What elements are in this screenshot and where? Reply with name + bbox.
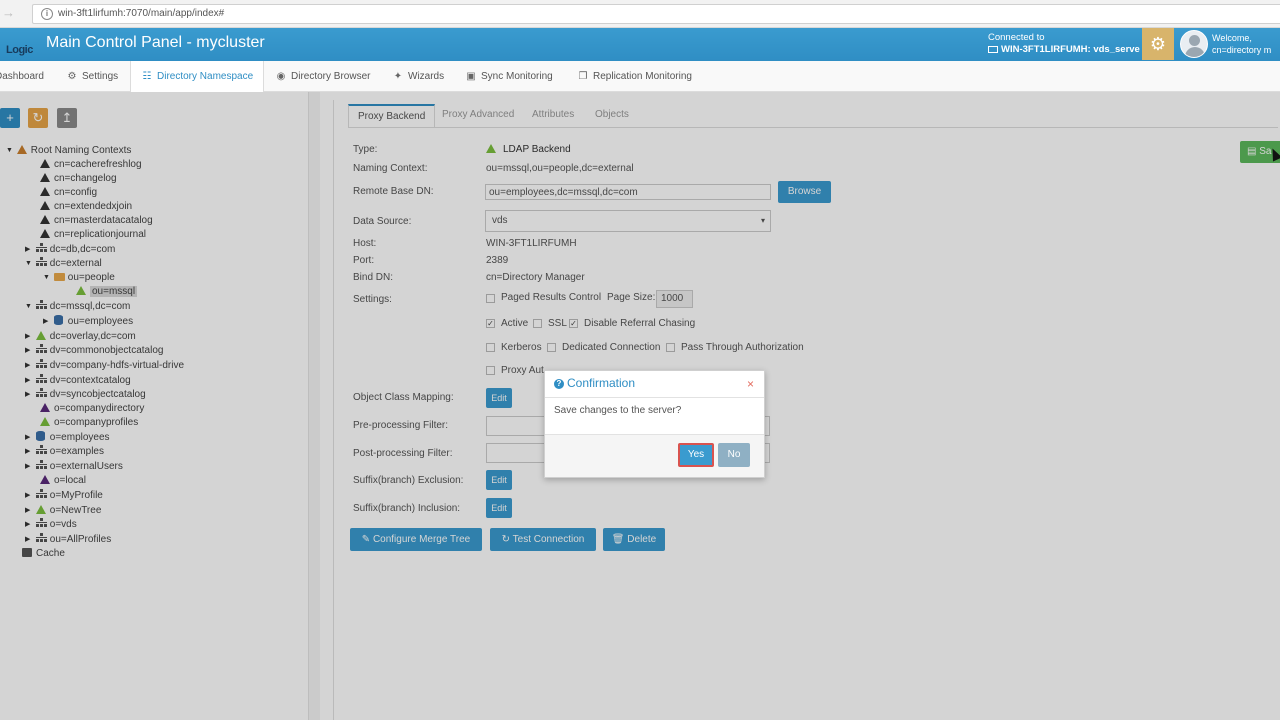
user-avatar[interactable] (1180, 30, 1208, 58)
app-logo: Logic (6, 44, 33, 56)
gears-icon: ⚙ (67, 71, 77, 82)
welcome-user: cn=directory m (1212, 45, 1272, 55)
no-button[interactable]: No (718, 443, 750, 467)
dialog-footer: Yes No (545, 434, 764, 477)
connected-server: WIN-3FT1LIRFUMH: vds_serve (988, 44, 1140, 55)
question-circle-icon: ? (554, 379, 564, 389)
connected-label: Connected to (988, 32, 1045, 43)
url-text: win-3ft1lirfumh:7070/main/app/index# (58, 8, 225, 19)
browser-address-bar: → i win-3ft1lirfumh:7070/main/app/index# (0, 0, 1280, 28)
nav-sync-monitoring[interactable]: ▣ Sync Monitoring (465, 61, 552, 92)
nav-settings[interactable]: ⚙ Settings (66, 61, 119, 92)
dialog-message: Save changes to the server? (554, 405, 682, 416)
monitor-icon (988, 45, 998, 53)
nav-dashboard[interactable]: Dashboard (0, 61, 44, 92)
info-icon[interactable]: i (41, 8, 53, 20)
nav-wizards[interactable]: ✦ Wizards (392, 61, 444, 92)
main-nav: Dashboard ⚙Settings ☷Directory Namespace… (0, 61, 1280, 93)
nav-directory-namespace[interactable]: ☷ Directory Namespace (130, 61, 265, 93)
sitemap-icon: ☷ (142, 71, 152, 82)
app-header: Logic Main Control Panel - mycluster Con… (0, 28, 1280, 61)
settings-gear-button[interactable]: ⚙ (1142, 28, 1174, 60)
copy-icon: ❐ (578, 71, 588, 82)
back-arrow-icon[interactable]: → (2, 6, 16, 20)
nav-replication-monitoring[interactable]: ❐ Replication Monitoring (577, 61, 692, 92)
welcome-label: Welcome, (1212, 33, 1252, 43)
confirmation-dialog: ? Confirmation × Save changes to the serv… (544, 370, 765, 478)
url-field[interactable]: i win-3ft1lirfumh:7070/main/app/index# (32, 4, 1280, 24)
yes-button[interactable]: Yes (678, 443, 714, 467)
close-icon[interactable]: × (747, 377, 754, 391)
dialog-title: ? Confirmation (554, 376, 635, 390)
globe-icon: ◉ (276, 71, 286, 82)
gear-icon: ⚙ (1149, 34, 1167, 54)
page-title: Main Control Panel - mycluster (46, 34, 265, 51)
magic-wand-icon: ✦ (393, 71, 403, 82)
monitor-icon: ▣ (466, 71, 476, 82)
nav-directory-browser[interactable]: ◉ Directory Browser (275, 61, 371, 92)
